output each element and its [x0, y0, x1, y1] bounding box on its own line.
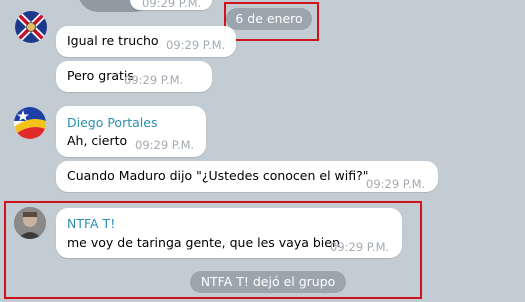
- message-text: me voy de taringa gente, que les vaya bi…: [67, 235, 340, 250]
- sender-name[interactable]: Diego Portales: [67, 115, 157, 130]
- message-time: 09:29 P.M.: [166, 38, 226, 52]
- partial-top-time: 09:29 P.M.: [142, 0, 202, 10]
- message-time: 09:29 P.M.: [124, 73, 184, 87]
- user-photo-avatar-icon[interactable]: [14, 207, 46, 239]
- message-text: Cuando Maduro dijo "¿Ustedes conocen el …: [67, 168, 369, 183]
- message-text: Igual re trucho: [67, 33, 159, 48]
- date-highlight-box: [224, 2, 319, 41]
- service-message: NTFA T! dejó el grupo: [190, 271, 346, 293]
- message-time: 09:29 P.M.: [366, 177, 426, 191]
- message-time: 09:29 P.M.: [135, 138, 195, 152]
- chile-flag-avatar-icon[interactable]: [14, 107, 46, 139]
- flag-avatar-icon[interactable]: [15, 11, 47, 43]
- message-time: 09:29 P.M.: [330, 240, 390, 254]
- sender-name[interactable]: NTFA T!: [67, 216, 115, 231]
- message-text: Ah, cierto: [67, 133, 128, 148]
